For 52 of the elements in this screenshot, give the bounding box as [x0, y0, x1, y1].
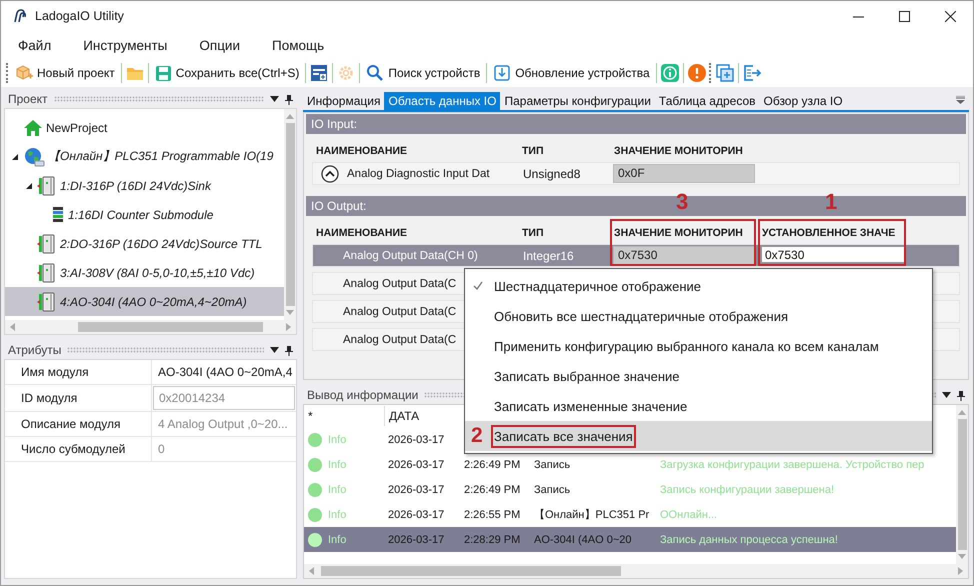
property-value: 0 — [157, 441, 166, 458]
log-level: Info — [328, 434, 346, 446]
log-time: 2:28:29 PM — [463, 534, 522, 546]
log-time: 2:26:49 PM — [463, 484, 522, 496]
value-field: 0x0F — [613, 164, 755, 183]
log-level: Info — [328, 458, 346, 470]
column-header: ТИП — [521, 144, 545, 159]
log-time: 2:26:49 PM — [463, 458, 522, 470]
window-title: LadogaIO Utility — [35, 9, 124, 23]
column-header: * — [307, 408, 314, 425]
column-header: ДАТА — [384, 406, 460, 426]
log-source: AO-304I (4AO 0~20 — [533, 534, 633, 546]
log-source: 【Онлайн】PLC351 Pr — [533, 508, 650, 522]
log-message: Запись конфигурации завершена! — [659, 484, 836, 496]
callout-number: 2 — [471, 424, 483, 448]
property-name: Имя модуля — [5, 360, 152, 384]
column-header: УСТАНОВЛЕННОЕ ЗНАЧЕ — [761, 226, 896, 241]
column-header: ТИП — [521, 226, 545, 241]
log-level: Info — [328, 484, 346, 496]
log-date: 2026-03-17 — [387, 458, 446, 470]
column-header: ЗНАЧЕНИЕ МОНИТОРИН — [613, 226, 744, 241]
property-value: 4 Analog Output ,0~20... — [157, 416, 289, 433]
panel-title: Атрибуты — [8, 343, 62, 357]
property-value: AO-304I (4AO 0~20mA,4 — [157, 364, 294, 381]
log-date: 2026-03-17 — [387, 434, 446, 446]
table-cell-text: Integer16 — [522, 248, 575, 264]
log-level: Info — [328, 534, 346, 546]
section-header: IO Input: — [306, 114, 966, 134]
panel-title: Вывод информации — [307, 388, 418, 402]
log-message: Запись данных процесса успешна! — [659, 534, 839, 546]
column-header: НАИМЕНОВАНИЕ — [315, 144, 408, 159]
log-source: Запись — [533, 458, 572, 470]
property-name: ID модуля — [5, 385, 152, 411]
property-name: Число субмодулей — [5, 437, 152, 461]
value-field: 0x7530 — [613, 246, 755, 265]
log-message: OОнлайн... — [659, 508, 718, 520]
log-date: 2026-03-17 — [387, 508, 446, 520]
log-level: Info — [328, 508, 346, 520]
panel-title: Проект — [8, 92, 48, 106]
log-date: 2026-03-17 — [387, 484, 446, 496]
column-header: ЗНАЧЕНИЕ МОНИТОРИН — [613, 144, 744, 159]
column-header: НАИМЕНОВАНИЕ — [315, 226, 408, 241]
log-date: 2026-03-17 — [387, 534, 446, 546]
log-time: 2:26:55 PM — [463, 508, 522, 520]
callout-number: 1 — [825, 191, 838, 213]
table-cell-text: Unsigned8 — [522, 166, 582, 182]
property-name: Описание модуля — [5, 412, 152, 436]
table-cell-text: Analog Output Data(CH 0) — [342, 248, 479, 264]
log-message: Загрузка конфигурации завершена. Устройство пер — [659, 458, 926, 470]
log-source: Запись — [533, 484, 572, 496]
callout-number: 3 — [676, 191, 688, 213]
table-cell: Analog Diagnostic Input Dat — [347, 168, 490, 180]
